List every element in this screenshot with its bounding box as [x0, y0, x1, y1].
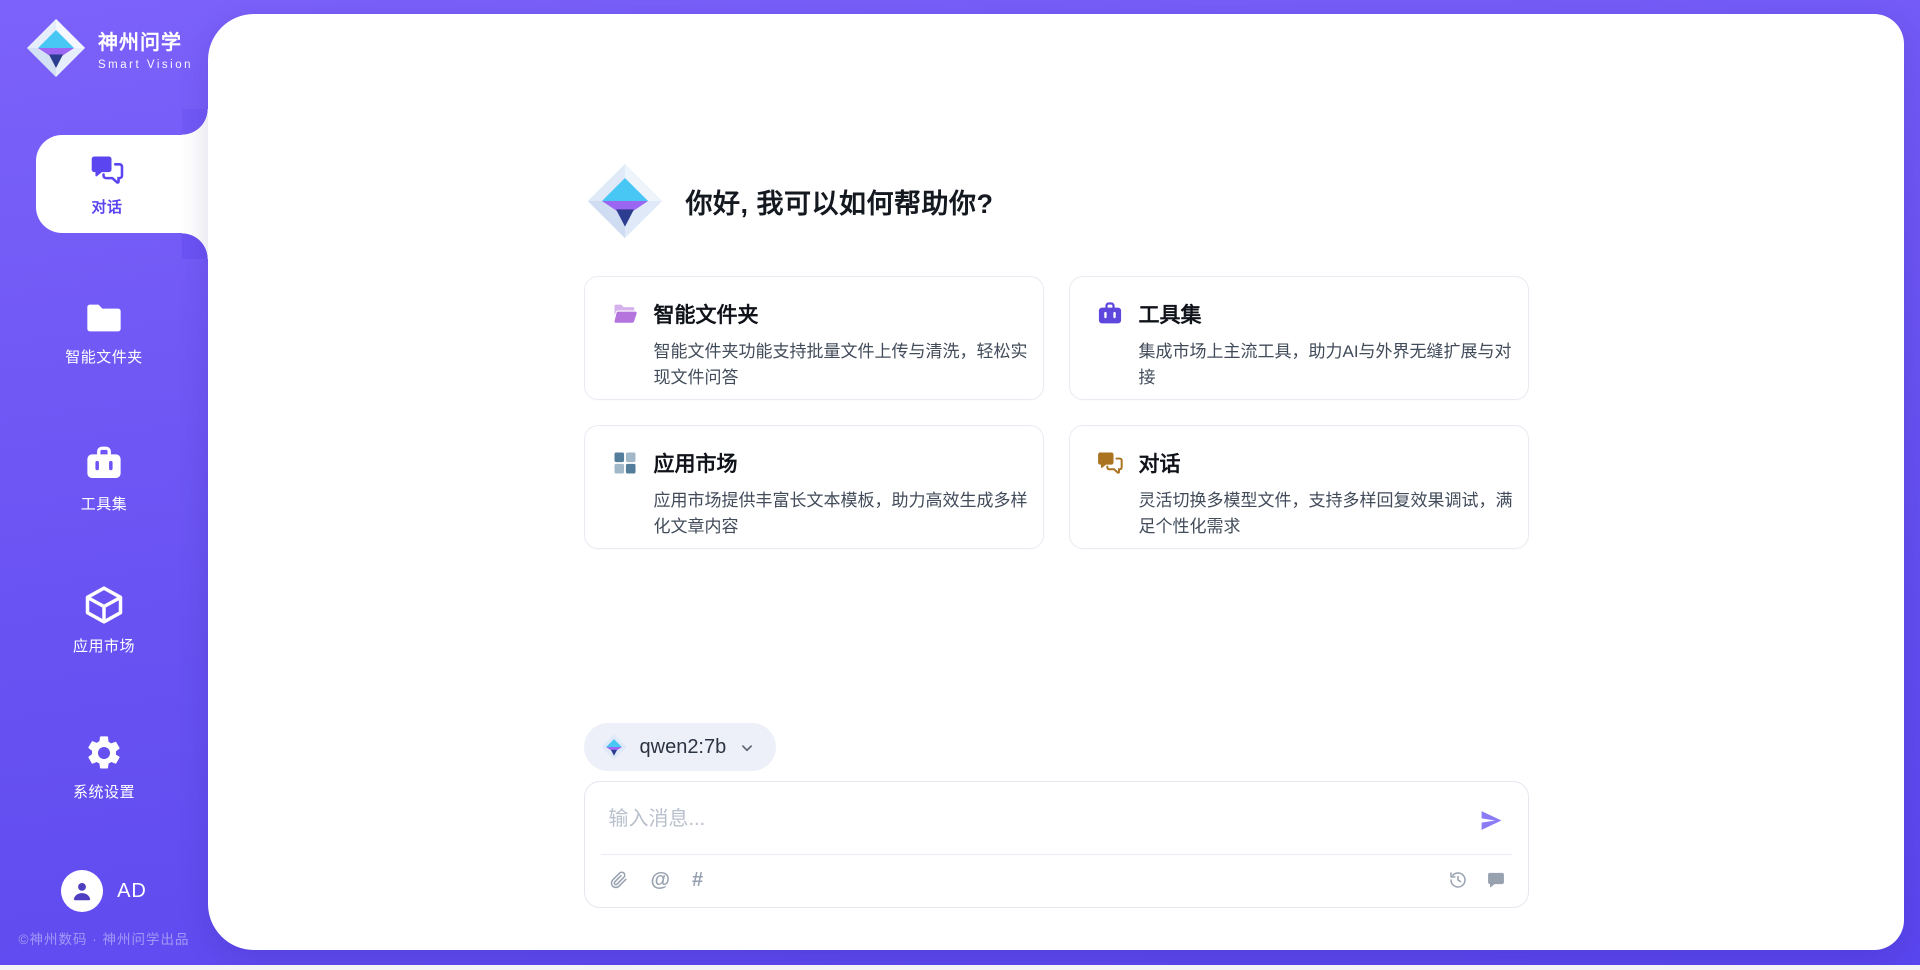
folder-icon [84, 298, 124, 338]
cube-icon [82, 583, 126, 627]
card-head: 智能文件夹 [611, 299, 1019, 329]
tab-curve-bottom [182, 233, 208, 259]
attach-button[interactable] [609, 870, 629, 890]
chat-icon [1096, 449, 1124, 477]
history-icon [1448, 870, 1468, 890]
card-description: 集成市场上主流工具，助力AI与外界无缝扩展与对接 [1139, 339, 1521, 392]
greeting-row: 你好, 我可以如何帮助你? [584, 160, 1529, 242]
main-panel: 你好, 我可以如何帮助你? 智能文件夹 智能文件夹功能支持批量文件上传与清洗，轻… [208, 14, 1904, 950]
feature-cards: 智能文件夹 智能文件夹功能支持批量文件上传与清洗，轻松实现文件问答 工具集 [584, 276, 1529, 549]
at-sign-icon: @ [651, 870, 671, 890]
send-icon [1479, 808, 1504, 833]
brand: 神州问学 Smart Vision [24, 16, 193, 80]
topic-button[interactable]: # [692, 870, 703, 890]
grid-icon [611, 449, 639, 477]
composer-input-row [585, 782, 1528, 854]
card-title: 智能文件夹 [654, 299, 759, 329]
message-input[interactable] [609, 806, 1475, 831]
card-title: 应用市场 [654, 448, 738, 478]
card-title: 对话 [1139, 448, 1181, 478]
composer-tools-left: @ # [609, 870, 704, 890]
chevron-down-icon [738, 739, 756, 757]
model-selector[interactable]: qwen2:7b [584, 723, 777, 771]
composer: @ # [584, 781, 1529, 908]
avatar [61, 870, 103, 912]
brand-logo-icon [24, 16, 88, 80]
folder-open-icon [611, 300, 639, 328]
sidebar-item-toolset[interactable]: 工具集 [0, 443, 208, 514]
card-app-market[interactable]: 应用市场 应用市场提供丰富长文本模板，助力高效生成多样化文章内容 [584, 425, 1044, 549]
sidebar-item-app-market[interactable]: 应用市场 [0, 583, 208, 656]
sidebar-item-chat[interactable]: 对话 [36, 135, 208, 233]
card-description: 灵活切换多模型文件，支持多样回复效果调试，满足个性化需求 [1139, 488, 1521, 541]
composer-area: qwen2:7b [584, 723, 1529, 950]
assistant-logo-icon [584, 160, 666, 242]
main-content: 你好, 我可以如何帮助你? 智能文件夹 智能文件夹功能支持批量文件上传与清洗，轻… [584, 14, 1529, 950]
card-title: 工具集 [1139, 299, 1202, 329]
card-description: 智能文件夹功能支持批量文件上传与清洗，轻松实现文件问答 [654, 339, 1036, 392]
card-head: 应用市场 [611, 448, 1019, 478]
chat-icon [89, 152, 125, 188]
model-logo-icon [600, 733, 628, 761]
sidebar-item-label: 智能文件夹 [65, 346, 143, 367]
model-name: qwen2:7b [640, 736, 727, 759]
user-profile[interactable]: AD [0, 870, 208, 912]
card-description: 应用市场提供丰富长文本模板，助力高效生成多样化文章内容 [654, 488, 1036, 541]
brand-text: 神州问学 Smart Vision [98, 26, 193, 71]
chat-bubble-icon [1486, 870, 1506, 890]
sidebar-item-smart-folder[interactable]: 智能文件夹 [0, 298, 208, 367]
greeting-title: 你好, 我可以如何帮助你? [686, 182, 994, 221]
card-smart-folder[interactable]: 智能文件夹 智能文件夹功能支持批量文件上传与清洗，轻松实现文件问答 [584, 276, 1044, 400]
card-toolset[interactable]: 工具集 集成市场上主流工具，助力AI与外界无缝扩展与对接 [1069, 276, 1529, 400]
paperclip-icon [609, 870, 629, 890]
sidebar: 神州问学 Smart Vision 对话 智能文件夹 [0, 0, 208, 970]
composer-toolbar: @ # [585, 855, 1528, 907]
user-name: AD [117, 880, 147, 903]
brand-subtitle: Smart Vision [98, 59, 193, 71]
card-chat[interactable]: 对话 灵活切换多模型文件，支持多样回复效果调试，满足个性化需求 [1069, 425, 1529, 549]
sidebar-item-settings[interactable]: 系统设置 [0, 733, 208, 802]
composer-tools-right [1448, 870, 1506, 890]
card-head: 对话 [1096, 448, 1504, 478]
sidebar-footer-text: ©神州数码 · 神州问学出品 [0, 928, 208, 948]
send-button[interactable] [1475, 806, 1508, 838]
sidebar-item-label: 对话 [91, 196, 122, 217]
card-head: 工具集 [1096, 299, 1504, 329]
horizontal-scrollbar[interactable] [0, 965, 1920, 970]
history-button[interactable] [1448, 870, 1468, 890]
hash-icon: # [692, 870, 703, 890]
conversation-button[interactable] [1486, 870, 1506, 890]
sidebar-item-label: 系统设置 [73, 781, 135, 802]
sidebar-item-label: 工具集 [81, 493, 128, 514]
sidebar-item-label: 应用市场 [73, 635, 135, 656]
mention-button[interactable]: @ [651, 870, 671, 890]
toolbox-icon [1096, 300, 1124, 328]
gear-icon [84, 733, 124, 773]
brand-name: 神州问学 [98, 26, 193, 55]
tab-curve-top [182, 109, 208, 135]
toolbox-icon [83, 443, 125, 485]
